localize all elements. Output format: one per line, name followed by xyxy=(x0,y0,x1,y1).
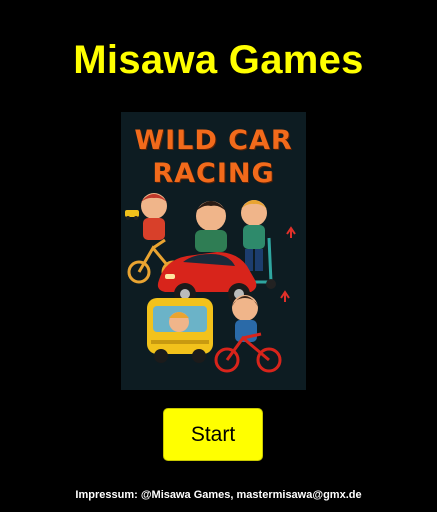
small-car-icon xyxy=(125,210,139,220)
kid-center xyxy=(195,201,227,252)
start-button[interactable]: Start xyxy=(163,408,263,461)
page-title: Misawa Games xyxy=(73,38,364,82)
kid-on-bike-right xyxy=(214,295,282,373)
footer-impressum: Impressum: @Misawa Games, mastermisawa@g… xyxy=(75,489,362,501)
yellow-bus xyxy=(147,298,213,363)
game-cover-image: WILD CAR RACING xyxy=(121,112,306,390)
cover-title-line1: WILD CAR xyxy=(134,125,293,156)
cover-title-line2: RACING xyxy=(152,158,275,189)
